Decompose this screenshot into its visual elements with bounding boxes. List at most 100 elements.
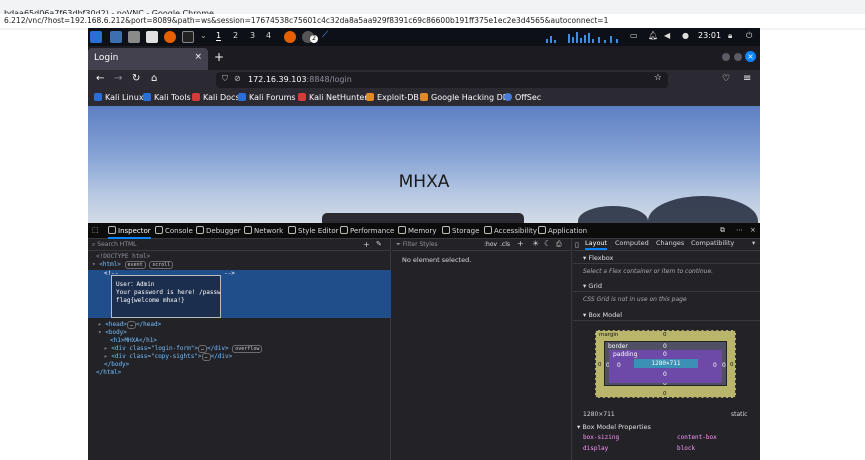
copy-sights-node[interactable]: ▸ <div class="copy-sights">… </div> [104,353,232,361]
element-picker-icon[interactable]: ⬚ [92,226,99,234]
tab-console[interactable]: Console [155,226,193,235]
shield-icon[interactable]: ⛉ [222,74,228,84]
pocket-icon[interactable]: ♡ [722,74,730,84]
hov-toggle[interactable]: :hov [484,241,497,248]
screen-icon[interactable]: ▭ [630,31,638,40]
tab-compatibility[interactable]: Compatibility [691,239,734,247]
url-input[interactable]: ⛉ ⊘ 172.16.39.103:8848/login ☆ [216,72,668,88]
box-model-properties-header[interactable]: ▾ Box Model Properties [577,423,651,431]
tab-inspector[interactable]: Inspector [108,226,151,239]
margin-bottom-value[interactable]: 0 [663,391,667,397]
back-icon[interactable]: ← [96,73,104,84]
html-close-node[interactable]: </html> [96,369,121,376]
tab-close-icon[interactable]: × [194,52,202,62]
cls-toggle[interactable]: .cls [500,241,510,248]
border-right-value[interactable]: 0 [722,362,726,369]
add-node-icon[interactable]: + [363,240,370,249]
light-theme-icon[interactable]: ☀ [532,239,539,248]
box-model-content[interactable]: 1280×711 [634,359,698,368]
files-icon[interactable] [128,31,140,43]
minimize-icon[interactable] [722,53,730,61]
print-icon[interactable]: ⎙ [556,240,562,249]
tab-debugger[interactable]: Debugger [196,226,241,235]
login-form-node[interactable]: ▸ <div class="login-form">… </div> overfl… [104,345,263,353]
tab-network[interactable]: Network [244,226,283,235]
margin-left-value[interactable]: 0 [598,362,602,368]
bookmark-star-icon[interactable]: ☆ [654,73,662,83]
menu-icon[interactable]: ≡ [743,73,751,84]
volume-icon[interactable]: ◀ [664,31,670,40]
desktop-icon[interactable] [110,31,122,43]
maximize-icon[interactable] [734,53,742,61]
bookmark-exploit-db[interactable]: Exploit-DB [366,93,419,102]
tab-storage[interactable]: Storage [442,226,479,235]
bookmark-google-hacking-db[interactable]: Google Hacking DB [420,93,508,102]
tab-changes[interactable]: Changes [656,239,684,247]
dropdown-icon[interactable]: ⌄ [200,31,207,40]
forward-icon[interactable]: → [114,73,122,84]
workspace-2[interactable]: 2 [233,31,238,40]
chrome-url-bar[interactable]: 6.212/vnc/?host=192.168.6.212&port=8089&… [0,14,865,28]
login-form-card[interactable] [322,213,524,223]
search-html-input[interactable]: Search HTML [97,241,136,248]
bell-icon[interactable]: 🔔︎ [648,31,658,40]
filter-styles-input[interactable]: Filter Styles [403,241,438,248]
vnc-viewport[interactable]: ⌄ 1 2 3 4 2 ⟋ ▭ 🔔︎ ◀ ● 23:01 🔒︎ ⏻ Login … [88,28,760,460]
body-node[interactable]: ▾ <body> [98,329,127,336]
tab-computed[interactable]: Computed [615,239,649,247]
reload-icon[interactable]: ↻ [132,73,140,84]
bookmark-kali-nethunter[interactable]: Kali NetHunter [298,93,368,102]
sidebar-toggle-icon[interactable]: ▯ [575,241,579,249]
overflow-badge[interactable]: overflow [232,345,263,353]
bookmark-offsec[interactable]: OffSec [504,93,541,102]
tab-layout[interactable]: Layout [585,239,608,250]
dock-icon[interactable]: ⧉ [720,226,725,235]
grid-section-header[interactable]: ▾ Grid [573,280,760,292]
tab-accessibility[interactable]: Accessibility [484,226,537,235]
workspace-3[interactable]: 3 [250,31,255,40]
kali-menu-icon[interactable] [90,31,102,43]
padding-left-value[interactable]: 0 [617,362,621,369]
doctype-node[interactable]: <!DOCTYPE html> [96,253,150,260]
padding-top-value[interactable]: 0 [663,351,667,358]
close-window-icon[interactable]: × [745,51,756,62]
terminal-icon[interactable] [182,31,194,43]
html-node[interactable]: ▾ <html> event scroll [92,261,174,269]
event-badge[interactable]: event [124,261,146,269]
box-model-section-header[interactable]: ▾ Box Model [573,309,760,321]
tab-application[interactable]: Application [538,226,587,235]
home-icon[interactable]: ⌂ [151,73,157,84]
margin-top-value[interactable]: 0 [663,332,667,338]
flexbox-section-header[interactable]: ▾ Flexbox [573,252,760,264]
h1-node[interactable]: <h1>MHXA</h1> [110,337,157,344]
kali-dragon-icon[interactable]: ⟋ [322,30,334,42]
dark-theme-icon[interactable]: ☾ [544,239,551,248]
more-options-icon[interactable]: ⋯ [736,226,743,234]
bookmark-kali-tools[interactable]: Kali Tools [143,93,191,102]
power-dot-icon[interactable]: ● [682,31,689,40]
tab-performance[interactable]: Performance [340,226,394,235]
workspace-1[interactable]: 1 [216,31,222,41]
head-node[interactable]: ▸ <head>… </head> [98,321,161,329]
margin-right-value[interactable]: 0 [730,362,734,368]
body-close-node[interactable]: </body> [104,361,129,368]
firefox-icon[interactable] [164,31,176,43]
new-tab-icon[interactable]: + [214,50,224,64]
bookmark-kali-linux[interactable]: Kali Linux [94,93,144,102]
tab-style-editor[interactable]: Style Editor [288,226,339,235]
workspace-4[interactable]: 4 [266,31,271,40]
scroll-badge[interactable]: scroll [149,261,174,269]
tab-login[interactable]: Login × [88,48,208,70]
close-devtools-icon[interactable]: × [750,226,756,234]
bookmark-kali-forums[interactable]: Kali Forums [238,93,296,102]
padding-bottom-value[interactable]: 0 [663,371,667,378]
pick-color-icon[interactable]: ✎ [376,240,382,248]
add-rule-icon[interactable]: + [517,239,524,248]
lock-icon[interactable]: 🔒︎ [728,31,732,41]
power-icon[interactable]: ⏻ [746,31,752,41]
bookmark-kali-docs[interactable]: Kali Docs [192,93,240,102]
padding-right-value[interactable]: 0 [713,362,717,369]
lock-warning-icon[interactable]: ⊘ [234,74,241,83]
tabs-overflow-icon[interactable]: ▾ [752,239,755,247]
editor-icon[interactable] [146,31,158,43]
